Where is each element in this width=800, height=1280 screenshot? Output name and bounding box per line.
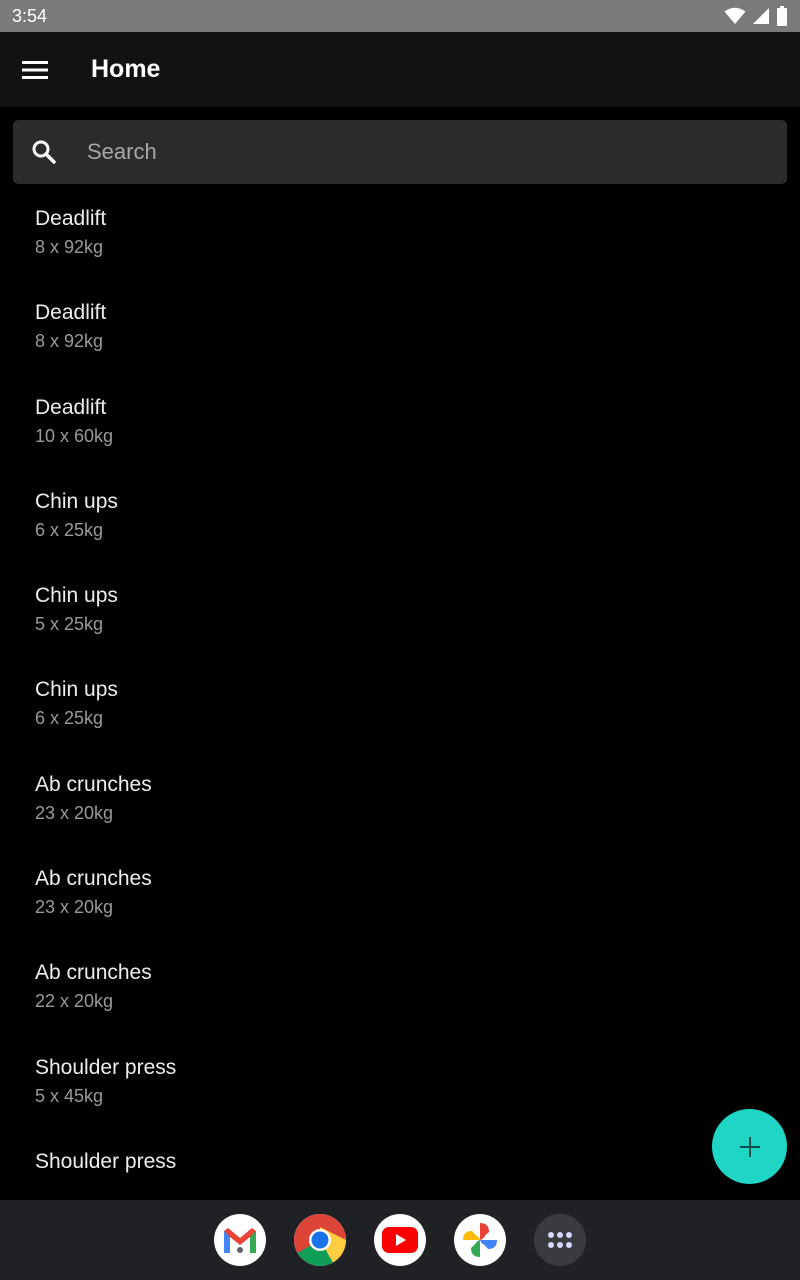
exercise-detail: 6 x 25kg — [35, 708, 104, 729]
gmail-app[interactable] — [214, 1214, 266, 1266]
exercise-detail: 5 x 25kg — [35, 614, 104, 635]
list-item[interactable]: Shoulder press — [0, 1139, 800, 1200]
add-exercise-button[interactable] — [712, 1109, 787, 1184]
status-bar: 3:54 — [0, 0, 800, 32]
page-title: Home — [91, 55, 161, 83]
exercise-name: Shoulder press — [35, 1149, 177, 1173]
list-item[interactable]: Deadlift 8 x 92kg — [0, 290, 800, 384]
exercise-detail: 5 x 45kg — [35, 1085, 104, 1106]
exercise-name: Chin ups — [35, 678, 118, 702]
menu-button[interactable] — [0, 32, 70, 107]
wifi-icon — [724, 7, 746, 24]
search-icon — [32, 140, 56, 164]
exercise-name: Deadlift — [35, 207, 107, 230]
exercise-detail: 6 x 25kg — [35, 519, 104, 540]
photos-icon — [463, 1223, 497, 1257]
exercise-detail: 8 x 92kg — [35, 237, 104, 257]
app-bar: Home — [0, 32, 800, 107]
photos-app[interactable] — [454, 1214, 506, 1266]
exercise-name: Deadlift — [35, 395, 107, 419]
app-drawer-icon — [548, 1232, 572, 1248]
search-input[interactable] — [75, 120, 787, 184]
exercise-detail: 10 x 60kg — [35, 425, 114, 446]
list-item[interactable]: Chin ups 6 x 25kg — [0, 667, 800, 761]
plus-icon — [739, 1136, 760, 1157]
youtube-icon — [382, 1227, 418, 1253]
exercise-name: Ab crunches — [35, 772, 152, 796]
chrome-icon — [294, 1214, 346, 1266]
list-item[interactable]: Ab crunches 23 x 20kg — [0, 762, 800, 856]
list-item[interactable]: Shoulder press 5 x 45kg — [0, 1045, 800, 1139]
hamburger-menu-icon — [22, 60, 48, 79]
status-icons — [724, 6, 788, 26]
exercise-detail: 22 x 20kg — [35, 991, 114, 1012]
battery-icon — [777, 6, 787, 26]
search-bar[interactable] — [13, 120, 787, 184]
signal-icon — [753, 8, 769, 24]
list-item[interactable]: Deadlift 10 x 60kg — [0, 385, 800, 479]
exercise-name: Shoulder press — [35, 1055, 177, 1079]
exercise-name: Ab crunches — [35, 961, 152, 985]
chrome-app[interactable] — [294, 1214, 346, 1266]
search-icon-container — [13, 139, 75, 165]
exercise-name: Ab crunches — [35, 867, 152, 891]
list-item[interactable]: Ab crunches 22 x 20kg — [0, 950, 800, 1044]
app-drawer-button[interactable] — [534, 1214, 586, 1266]
exercise-name: Deadlift — [35, 301, 107, 325]
exercise-detail: 23 x 20kg — [35, 802, 114, 823]
exercise-name: Chin ups — [35, 584, 118, 608]
exercise-list: Deadlift 8 x 92kg Deadlift 8 x 92kg Dead… — [0, 196, 800, 1200]
list-item[interactable]: Chin ups 5 x 25kg — [0, 573, 800, 667]
list-item[interactable]: Ab crunches 23 x 20kg — [0, 856, 800, 950]
exercise-detail: 23 x 20kg — [35, 897, 114, 918]
list-item[interactable]: Chin ups 6 x 25kg — [0, 479, 800, 573]
exercise-detail: 8 x 92kg — [35, 331, 104, 352]
app-dock — [0, 1200, 800, 1280]
status-time: 3:54 — [12, 5, 48, 26]
gmail-icon — [224, 1228, 256, 1253]
exercise-name: Chin ups — [35, 489, 118, 513]
youtube-app[interactable] — [374, 1214, 426, 1266]
list-item[interactable]: Deadlift 8 x 92kg — [0, 196, 800, 290]
